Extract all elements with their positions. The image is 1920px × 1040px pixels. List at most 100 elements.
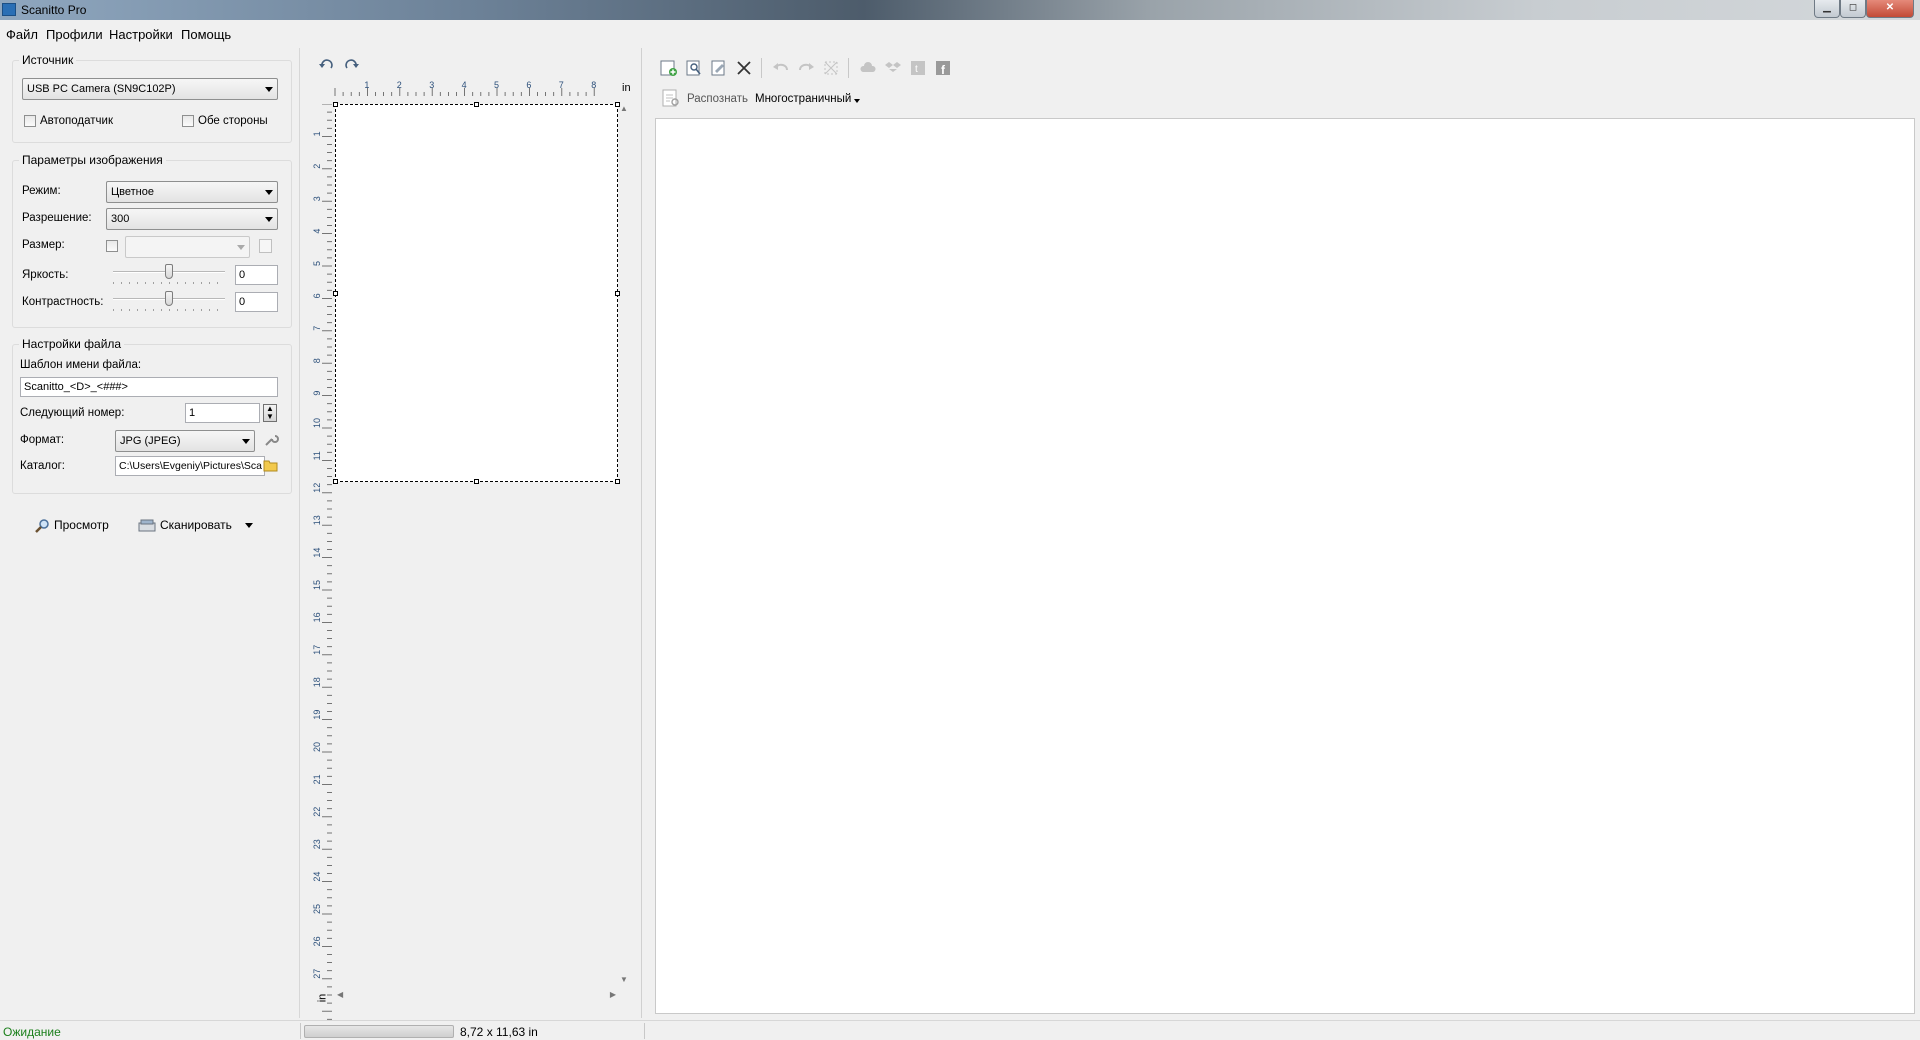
resize-handle[interactable] [474, 102, 479, 107]
rotate-right-icon[interactable] [342, 56, 360, 72]
next-number-label: Следующий номер: [20, 407, 125, 419]
brightness-input[interactable]: 0 [235, 265, 278, 285]
facebook-icon[interactable]: f [933, 58, 953, 78]
ruler-label: 6 [526, 80, 531, 90]
folder-input[interactable]: C:\Users\Evgeniy\Pictures\Sca [115, 456, 265, 476]
brightness-slider[interactable] [113, 263, 225, 285]
cloud-icon[interactable] [858, 58, 878, 78]
recognize-button[interactable]: Распознать [687, 93, 748, 105]
resize-handle[interactable] [333, 102, 338, 107]
redo-icon[interactable] [796, 58, 816, 78]
recognize-icon[interactable] [661, 88, 681, 108]
chevron-down-icon [242, 439, 250, 444]
horizontal-scrollbar[interactable]: ◀ ▶ [335, 990, 618, 1002]
file-settings-group: Настройки файла Шаблон имени файла: Scan… [12, 337, 292, 494]
chevron-down-icon [265, 87, 273, 92]
source-group: Источник USB PC Camera (SN9C102P) Автопо… [12, 53, 292, 143]
next-number-input[interactable]: 1 [185, 403, 260, 423]
format-select-value: JPG (JPEG) [120, 435, 181, 447]
scanner-icon [138, 519, 156, 532]
scan-button-label: Сканировать [160, 518, 232, 532]
mode-label: Режим: [22, 185, 61, 197]
preview-button[interactable]: Просмотр [34, 513, 109, 537]
source-group-title: Источник [19, 53, 77, 67]
scan-area-page[interactable] [333, 102, 620, 484]
scan-button[interactable]: Сканировать [138, 513, 254, 537]
ruler-label: 14 [312, 548, 322, 558]
edit-page-icon[interactable] [709, 58, 729, 78]
resolution-select-value: 300 [111, 213, 130, 225]
next-number-spinner[interactable]: ▲ ▼ [263, 404, 277, 422]
device-select[interactable]: USB PC Camera (SN9C102P) [22, 78, 278, 100]
scan-area-panel: 12345678 in 1 2 3 4 5 6 7 8 9 10 11 12 13 14 15 16 17 18 1… [302, 48, 642, 1036]
rotate-left-icon[interactable] [318, 56, 336, 72]
ruler-label: 3 [429, 80, 434, 90]
resolution-select[interactable]: 300 [106, 208, 278, 230]
title-bar: Scanitto Pro ▁ ◻ ✕ [0, 0, 1920, 20]
ruler-label: 5 [312, 261, 322, 266]
scroll-right-icon[interactable]: ▶ [610, 990, 616, 999]
size-checkbox[interactable] [106, 240, 118, 252]
horizontal-ruler: 1 2 3 4 5 6 7 8 [334, 80, 596, 96]
folder-label: Каталог: [20, 460, 66, 472]
device-select-value: USB PC Camera (SN9C102P) [27, 83, 176, 95]
contrast-slider-thumb[interactable] [165, 291, 173, 306]
document-panel: t f Распознать Многостраничный [645, 48, 1920, 1018]
menu-file[interactable]: Файл [6, 27, 38, 42]
mode-select[interactable]: Цветное [106, 181, 278, 203]
minimize-button[interactable]: ▁ [1814, 0, 1840, 18]
chevron-down-icon[interactable] [854, 99, 860, 103]
progress-bar [304, 1025, 454, 1038]
brightness-slider-ticks [113, 282, 225, 284]
multipage-dropdown[interactable]: Многостраничный [755, 93, 851, 105]
add-page-icon[interactable] [659, 58, 679, 78]
ruler-label: 18 [312, 677, 322, 687]
zoom-page-icon[interactable] [684, 58, 704, 78]
undo-icon[interactable] [771, 58, 791, 78]
scan-dimensions: 8,72 x 11,63 in [460, 1025, 538, 1039]
autofeeder-checkbox[interactable] [24, 115, 36, 127]
resize-handle[interactable] [333, 291, 338, 296]
twitter-icon[interactable]: t [908, 58, 928, 78]
menu-settings[interactable]: Настройки [109, 27, 173, 42]
ruler-label: 12 [312, 483, 322, 493]
scroll-up-icon[interactable]: ▲ [620, 104, 628, 113]
vertical-ruler: 1234567891011121314151617181920212223242… [312, 104, 332, 1036]
resize-handle[interactable] [333, 479, 338, 484]
ruler-label: 19 [312, 710, 322, 720]
brightness-label: Яркость: [22, 269, 69, 281]
contrast-slider[interactable] [113, 290, 225, 312]
brightness-slider-thumb[interactable] [165, 264, 173, 279]
wrench-icon[interactable] [263, 432, 279, 448]
contrast-input[interactable]: 0 [235, 292, 278, 312]
scroll-down-icon[interactable]: ▼ [620, 975, 628, 984]
ruler-unit-label: in [622, 82, 631, 94]
scan-dropdown-icon[interactable] [245, 523, 254, 529]
menu-profiles[interactable]: Профили [46, 27, 103, 42]
filename-template-input[interactable]: Scanitto_<D>_<###> [20, 377, 278, 397]
status-divider [644, 1023, 645, 1039]
menu-help[interactable]: Помощь [181, 27, 231, 42]
dropbox-icon[interactable] [883, 58, 903, 78]
image-params-group-title: Параметры изображения [19, 153, 166, 167]
resolution-label: Разрешение: [22, 212, 92, 224]
ruler-label: 16 [312, 612, 322, 622]
ruler-label: 20 [312, 742, 322, 752]
ruler-label: 1 [312, 131, 322, 136]
scroll-left-icon[interactable]: ◀ [337, 990, 343, 999]
delete-icon[interactable] [734, 58, 754, 78]
toolbar-separator [761, 58, 762, 78]
size-edit-icon[interactable] [259, 239, 272, 253]
document-preview-area[interactable] [655, 118, 1915, 1014]
resize-handle[interactable] [474, 479, 479, 484]
size-select[interactable] [125, 236, 250, 258]
crop-icon[interactable] [821, 58, 841, 78]
ruler-label: 17 [312, 645, 322, 655]
format-select[interactable]: JPG (JPEG) [115, 430, 255, 452]
maximize-button[interactable]: ◻ [1840, 0, 1866, 18]
duplex-checkbox[interactable] [182, 115, 194, 127]
vertical-scrollbar[interactable]: ▲ ▼ [618, 104, 630, 984]
close-button[interactable]: ✕ [1866, 0, 1914, 18]
toolbar-separator [848, 58, 849, 78]
folder-icon[interactable] [263, 458, 279, 473]
